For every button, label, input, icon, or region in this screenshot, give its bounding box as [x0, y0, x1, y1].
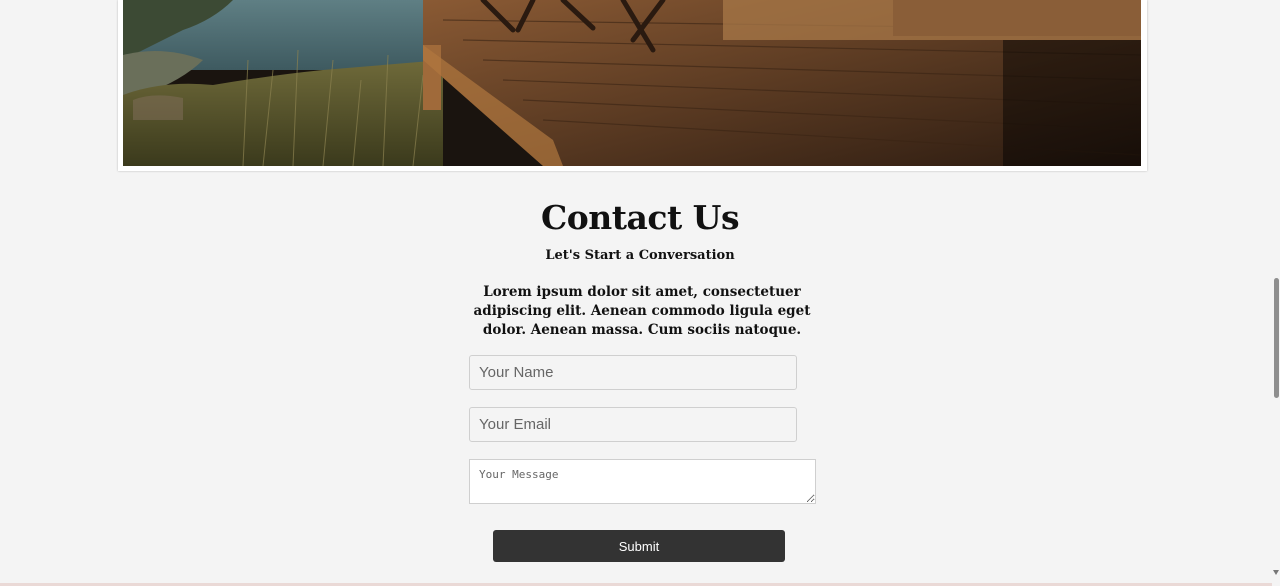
hero-photo — [123, 0, 1141, 166]
name-input[interactable] — [469, 355, 797, 390]
submit-button[interactable]: Submit — [493, 530, 785, 562]
scrollbar-thumb[interactable] — [1274, 278, 1279, 398]
contact-subtitle: Let's Start a Conversation — [545, 248, 735, 263]
email-input[interactable] — [469, 407, 797, 442]
hero-image-frame — [118, 0, 1147, 171]
message-textarea[interactable] — [469, 459, 816, 504]
scroll-down-arrow-icon[interactable] — [1273, 570, 1279, 575]
contact-title: Contact Us — [540, 198, 740, 237]
contact-description: Lorem ipsum dolor sit amet, consectetuer… — [473, 284, 811, 338]
scrollbar[interactable] — [1272, 0, 1280, 583]
